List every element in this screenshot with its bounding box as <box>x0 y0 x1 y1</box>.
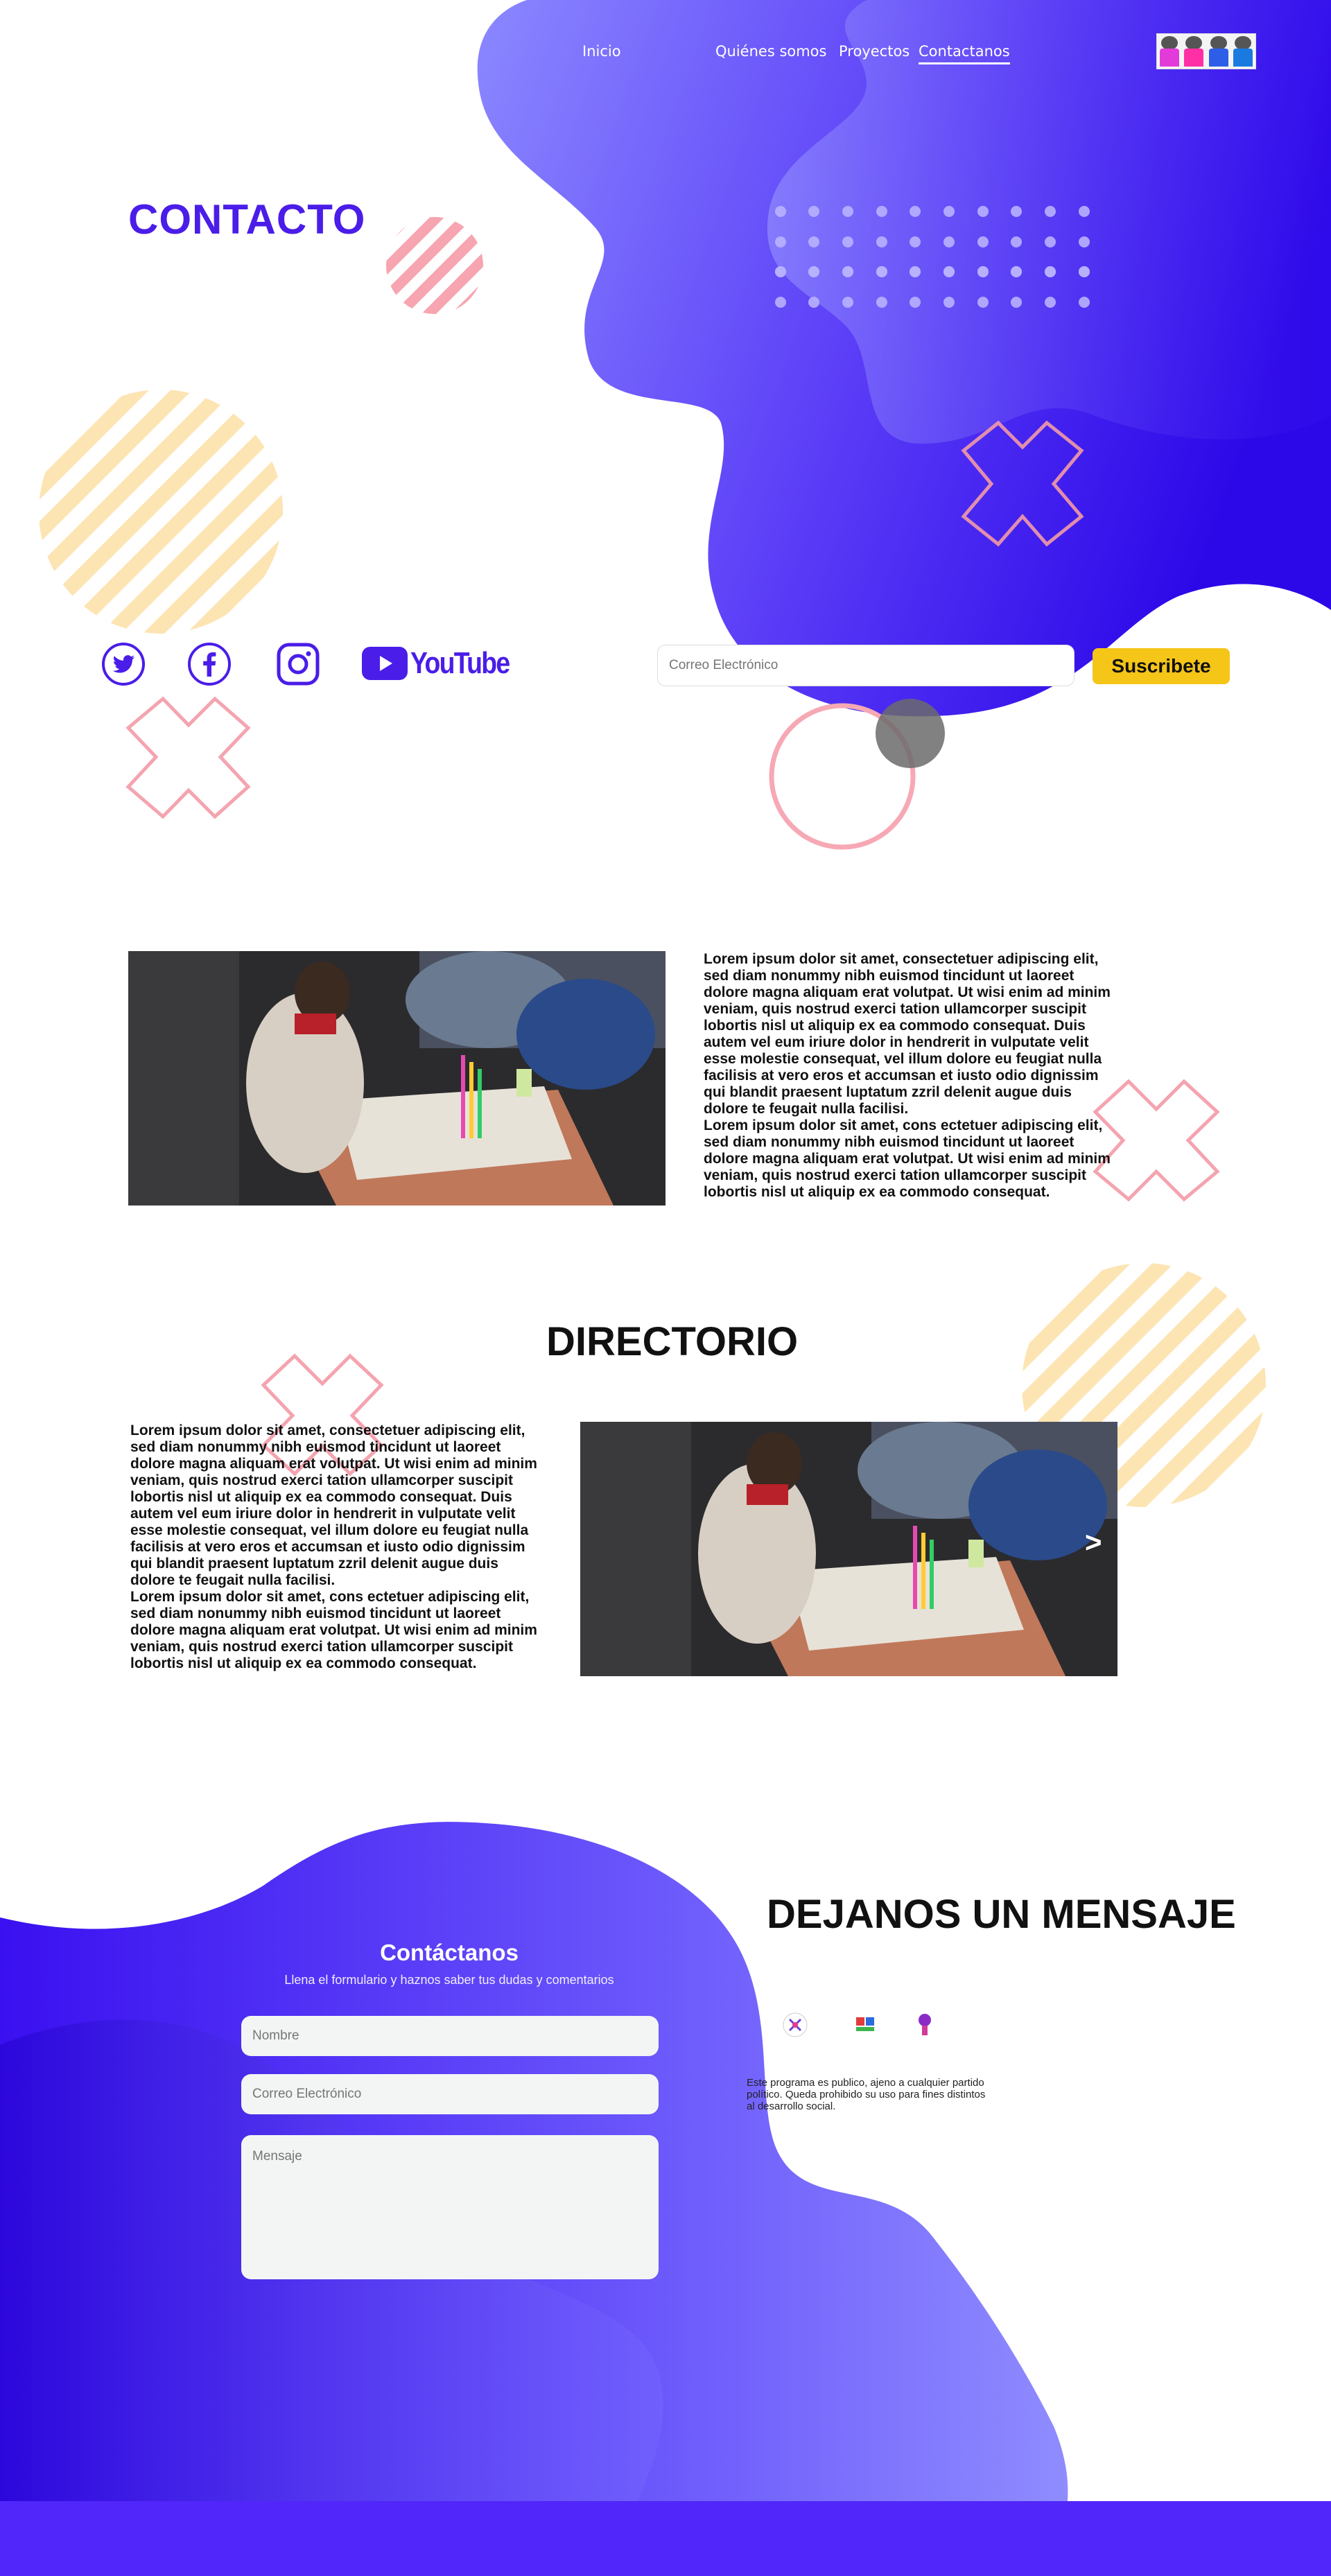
logo-person-icon <box>1208 36 1228 67</box>
carousel-photo <box>580 1422 1117 1676</box>
directorio-title: DIRECTORIO <box>546 1319 799 1364</box>
instagram-icon <box>277 643 320 686</box>
contact-form-subtitle: Llena el formulario y haznos saber tus d… <box>284 1973 614 1987</box>
logo-person-icon <box>1159 36 1179 67</box>
youtube-wordmark: YouTube <box>410 646 510 680</box>
facebook-link[interactable] <box>187 642 232 690</box>
instagram-link[interactable] <box>276 642 320 690</box>
intro-paragraph: Lorem ipsum dolor sit amet, consectetuer… <box>704 951 1111 1200</box>
partner-logo-1-icon <box>783 2012 808 2037</box>
subscribe-button[interactable]: Suscribete <box>1093 648 1230 684</box>
classroom-illustration <box>128 951 666 1206</box>
twitter-link[interactable] <box>101 642 146 690</box>
directorio-carousel: > <box>580 1422 1117 1676</box>
partner-logo-2-icon <box>856 2017 874 2031</box>
subscribe-email-input[interactable] <box>657 645 1075 686</box>
directorio-paragraph: Lorem ipsum dolor sit amet, consectetuer… <box>130 1422 537 1671</box>
footer-bar <box>0 2501 1331 2576</box>
message-field[interactable] <box>241 2135 659 2279</box>
nav-quienes-somos[interactable]: Quiénes somos <box>715 43 826 60</box>
partner-logo-3-icon <box>919 2014 931 2035</box>
name-field[interactable] <box>241 2016 659 2056</box>
youtube-icon <box>362 647 408 680</box>
disclaimer-text: Este programa es publico, ajeno a cualqu… <box>747 2077 986 2112</box>
logo-person-icon <box>1184 36 1204 67</box>
nav-contactanos[interactable]: Contactanos <box>919 43 1010 64</box>
background-decoration <box>0 0 1331 2501</box>
youtube-link[interactable]: YouTube <box>362 646 527 681</box>
message-section-title: DEJANOS UN MENSAJE <box>767 1892 1236 1937</box>
carousel-next-button[interactable]: > <box>1085 1526 1102 1559</box>
nav-proyectos[interactable]: Proyectos <box>839 43 910 60</box>
nav-inicio[interactable]: Inicio <box>582 43 621 60</box>
twitter-icon <box>102 643 145 686</box>
contact-form-title: Contáctanos <box>380 1940 519 1965</box>
page-title: CONTACTO <box>128 196 366 243</box>
facebook-icon <box>188 643 231 686</box>
logo-person-icon <box>1233 36 1253 67</box>
site-logo[interactable] <box>1156 33 1256 69</box>
classroom-photo <box>128 951 666 1206</box>
email-field[interactable] <box>241 2074 659 2114</box>
